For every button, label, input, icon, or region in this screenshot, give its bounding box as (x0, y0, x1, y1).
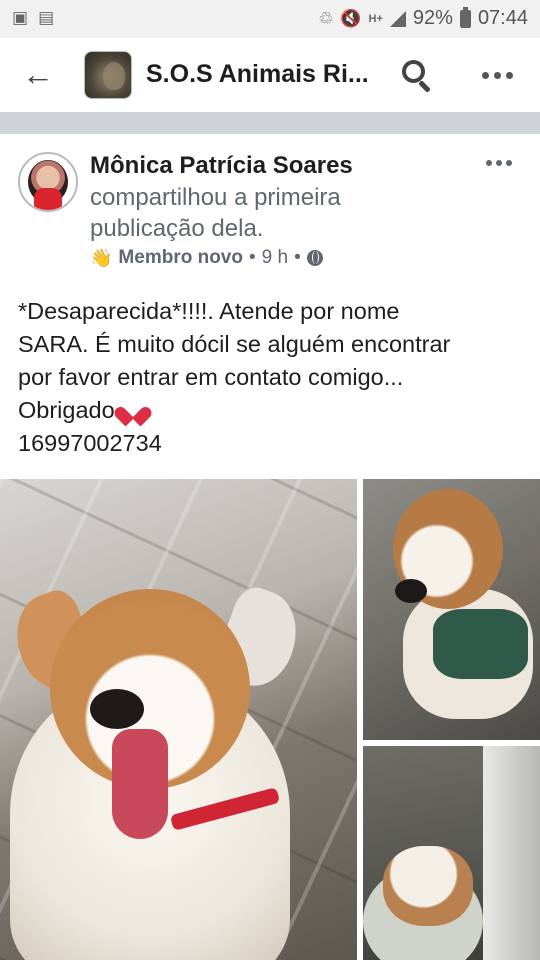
author-name[interactable]: Mônica Patrícia Soares (90, 152, 353, 180)
post-photo-main[interactable] (0, 479, 357, 960)
post-options-icon[interactable] (486, 160, 512, 166)
dot (496, 160, 502, 166)
post-photo-2[interactable] (363, 479, 540, 740)
search-handle (418, 80, 431, 93)
group-title[interactable]: S.O.S Animais Ri... (146, 60, 386, 89)
post-phone[interactable]: 16997002734 (18, 427, 528, 460)
dog-tongue (112, 729, 168, 839)
app-header: ← S.O.S Animais Ri... (0, 38, 540, 112)
dot (486, 160, 492, 166)
globe-icon (306, 250, 323, 266)
shared-activity-text: compartilhou a primeira publicação dela. (90, 184, 341, 242)
battery-icon (459, 6, 471, 28)
signal-icon (389, 10, 406, 27)
more-options-icon[interactable] (482, 72, 513, 79)
post-line: *Desaparecida*!!!!. Atende por nome (18, 298, 400, 324)
post-line: SARA. É muito dócil se alguém encontrar (18, 331, 451, 357)
author-avatar[interactable] (18, 152, 78, 212)
member-badge: Membro novo (118, 247, 243, 268)
post-photo-3[interactable] (363, 746, 540, 960)
network-type: H+ (368, 12, 383, 25)
dot (506, 160, 512, 166)
notification-square-icon: ▣ (12, 8, 29, 27)
meta-separator: • (248, 247, 256, 268)
dog-nose (395, 579, 427, 603)
search-icon[interactable] (400, 58, 436, 94)
clock: 07:44 (477, 7, 528, 29)
dog-sweater (433, 609, 528, 679)
battery-percent: 92% (412, 7, 453, 29)
avatar-shirt (34, 188, 62, 210)
broken-heart-icon (121, 399, 145, 421)
waving-hand-icon: 👋 (90, 247, 113, 268)
notification-app-icon: ▤ (38, 8, 55, 27)
status-bar: ▣ ▤ ♲ 🔇 H+ 92% 07:44 (0, 0, 540, 38)
back-arrow-icon[interactable]: ← (22, 58, 58, 92)
dot (482, 72, 489, 79)
post-line: Obrigado (18, 397, 115, 423)
mute-icon: 🔇 (340, 8, 362, 28)
post-meta: 👋 Membro novo • 9 h • (90, 247, 323, 269)
recycle-icon: ♲ (318, 8, 334, 28)
post-text: *Desaparecida*!!!!. Atende por nome SARA… (18, 295, 528, 460)
group-avatar[interactable] (84, 51, 132, 99)
post-line: por favor entrar em contato comigo... (18, 364, 404, 390)
post-line-thanks: Obrigado (18, 394, 528, 427)
dot (494, 72, 501, 79)
photo-door (483, 746, 540, 960)
dog-lying (383, 846, 473, 926)
meta-separator: • (294, 247, 301, 268)
dog-nose (90, 689, 144, 729)
post-time[interactable]: 9 h (262, 247, 288, 269)
dot (506, 72, 513, 79)
section-divider (0, 112, 540, 134)
